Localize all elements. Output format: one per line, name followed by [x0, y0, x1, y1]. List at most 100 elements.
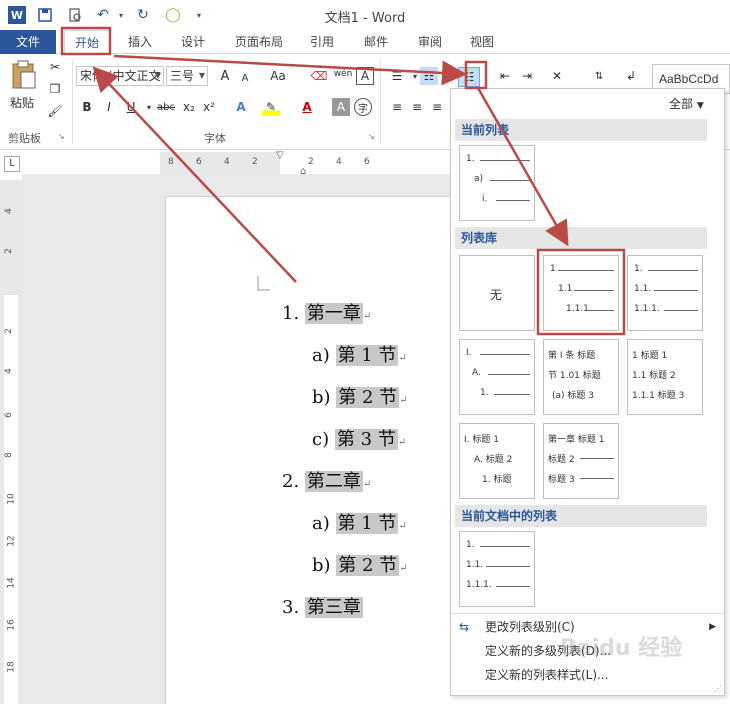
- library-tile-roman[interactable]: I. A. 1.: [459, 339, 535, 415]
- char-shading-icon[interactable]: A: [332, 98, 350, 116]
- current-list-header: 当前列表: [455, 119, 707, 141]
- font-name-combo[interactable]: 宋体 (中文正文 ▼: [76, 66, 164, 86]
- list-item[interactable]: a) 第 1 节 ↵: [312, 504, 407, 544]
- define-list-style-item[interactable]: 定义新的列表样式(L)...: [451, 663, 724, 687]
- shrink-font-icon[interactable]: A: [236, 69, 254, 87]
- subscript-button[interactable]: x₂: [180, 98, 198, 116]
- asian-layout-icon[interactable]: ✕: [548, 67, 566, 85]
- tile-level: 1.: [466, 540, 475, 550]
- list-library-header: 列表库: [455, 227, 707, 249]
- font-color-icon[interactable]: A: [298, 98, 316, 116]
- library-tile-numeric[interactable]: 1 1.1 1.1.1: [543, 255, 619, 331]
- underline-button[interactable]: U: [122, 98, 140, 116]
- tab-layout[interactable]: 页面布局: [228, 30, 290, 54]
- numbering-dropdown-icon[interactable]: ▾: [438, 67, 456, 85]
- tile-level: i.: [482, 194, 488, 204]
- tab-review[interactable]: 审阅: [410, 30, 450, 54]
- tile-level: I.: [466, 348, 472, 358]
- tile-level: 1: [550, 264, 556, 274]
- align-center-icon[interactable]: ≡: [408, 98, 426, 116]
- document-list-tile[interactable]: 1. 1.1. 1.1.1.: [459, 531, 535, 607]
- bold-button[interactable]: B: [78, 98, 96, 116]
- decrease-indent-icon[interactable]: ⇤: [496, 67, 514, 85]
- list-item[interactable]: 3. 第三章: [282, 588, 363, 628]
- ruler-tick: 2: [308, 157, 314, 167]
- library-tile-none[interactable]: 无: [459, 255, 535, 331]
- indent-marker-icon[interactable]: ▽: [276, 150, 284, 161]
- vruler-tick: 16: [6, 619, 17, 631]
- font-name-value: 宋体 (中文正文: [80, 69, 161, 83]
- enclose-char-icon[interactable]: 字: [354, 98, 372, 116]
- tile-level: 1.1.: [466, 560, 484, 570]
- change-case-icon[interactable]: Aa: [266, 67, 290, 85]
- tile-level: 1.: [634, 264, 643, 274]
- tab-selector-icon[interactable]: L: [4, 156, 20, 172]
- vruler-tick: 4: [3, 208, 14, 214]
- tab-home[interactable]: 开始: [64, 30, 110, 54]
- tile-level: 1.1.1: [566, 304, 589, 314]
- vruler-tick: 4: [3, 368, 14, 374]
- strikethrough-button[interactable]: abc: [154, 98, 178, 116]
- watermark-logo: Baidu 经验: [560, 636, 683, 661]
- cut-icon[interactable]: ✂: [46, 58, 64, 76]
- title-bar: W ↶ ▾ ↻ ◯ ▾ 文档1 - Word: [0, 0, 730, 30]
- menu-label: 定义新的列表样式(L)...: [485, 668, 609, 682]
- clear-format-icon[interactable]: ⌫: [310, 67, 328, 85]
- tab-view[interactable]: 视图: [462, 30, 502, 54]
- tab-references[interactable]: 引用: [302, 30, 342, 54]
- paste-icon[interactable]: [10, 60, 38, 90]
- bullets-icon[interactable]: ☰: [388, 67, 406, 85]
- char-border-icon[interactable]: A: [356, 67, 374, 85]
- library-tile-article[interactable]: 第 Ⅰ 条 标题 节 1.01 标题 (a) 标题 3: [543, 339, 619, 415]
- superscript-button[interactable]: x²: [200, 98, 218, 116]
- tile-level: (a) 标题 3: [552, 391, 594, 401]
- font-size-combo[interactable]: 三号 ▼: [166, 66, 208, 86]
- ruler-tick: 6: [196, 157, 202, 167]
- vruler-tick: 10: [6, 493, 17, 505]
- show-marks-icon[interactable]: ↲: [622, 67, 640, 85]
- ruler-tick: 8: [168, 157, 174, 167]
- paste-label[interactable]: 粘贴: [10, 94, 34, 111]
- font-launcher-icon[interactable]: ↘: [368, 132, 375, 141]
- list-item[interactable]: b) 第 2 节 ↵: [312, 378, 408, 418]
- list-text: 第 1 节: [335, 513, 399, 534]
- increase-indent-icon[interactable]: ⇥: [518, 67, 536, 85]
- list-text: 第一章: [304, 303, 363, 324]
- sort-icon[interactable]: ⇅: [590, 67, 608, 85]
- copy-icon[interactable]: ❐: [46, 80, 64, 98]
- tile-level: 1.: [480, 388, 489, 398]
- tile-level: 标题 2: [548, 455, 575, 465]
- paragraph-mark-icon: ↵: [399, 563, 408, 574]
- list-text: 第 2 节: [336, 387, 400, 408]
- list-item[interactable]: c) 第 3 节 ↵: [312, 420, 406, 460]
- phonetic-guide-icon[interactable]: wén: [332, 65, 354, 83]
- tab-insert[interactable]: 插入: [120, 30, 160, 54]
- italic-button[interactable]: I: [100, 98, 118, 116]
- align-right-icon[interactable]: ≡: [428, 98, 446, 116]
- paragraph-mark-icon: ↵: [398, 521, 407, 532]
- multilevel-list-icon[interactable]: ☷: [458, 67, 480, 87]
- list-number: b): [312, 387, 331, 408]
- library-tile-heading-numeric[interactable]: 1 标题 1 1.1 标题 2 1.1.1 标题 3: [627, 339, 703, 415]
- library-tile-chapter[interactable]: 第一章 标题 1 标题 2 标题 3: [543, 423, 619, 499]
- align-left-icon[interactable]: ≡: [388, 98, 406, 116]
- text-effects-icon[interactable]: A: [232, 98, 250, 116]
- tab-file[interactable]: 文件: [0, 30, 56, 54]
- format-painter-icon[interactable]: 🖌: [46, 102, 64, 120]
- tab-mailings[interactable]: 邮件: [356, 30, 396, 54]
- highlight-color-icon[interactable]: ✎: [262, 98, 280, 116]
- library-tile-heading-roman[interactable]: I. 标题 1 A. 标题 2 1. 标题: [459, 423, 535, 499]
- list-item[interactable]: a) 第 1 节 ↵: [312, 336, 407, 376]
- clipboard-launcher-icon[interactable]: ↘: [58, 132, 65, 141]
- resize-grip-icon[interactable]: ⋰: [714, 684, 722, 693]
- list-item[interactable]: 2. 第二章 ↵: [282, 462, 371, 502]
- tab-design[interactable]: 设计: [172, 30, 214, 54]
- filter-dropdown[interactable]: 全部 ▼: [669, 95, 704, 112]
- list-item[interactable]: b) 第 2 节 ↵: [312, 546, 408, 586]
- library-tile-numeric-dot[interactable]: 1. 1.1. 1.1.1.: [627, 255, 703, 331]
- list-item[interactable]: 1. 第一章 ↵: [282, 294, 371, 334]
- indent-list-icon: ⇆: [459, 620, 470, 634]
- grow-font-icon[interactable]: A: [216, 67, 234, 85]
- current-list-tile[interactable]: 1. a) i.: [459, 145, 535, 221]
- numbering-icon[interactable]: ☷: [420, 67, 438, 85]
